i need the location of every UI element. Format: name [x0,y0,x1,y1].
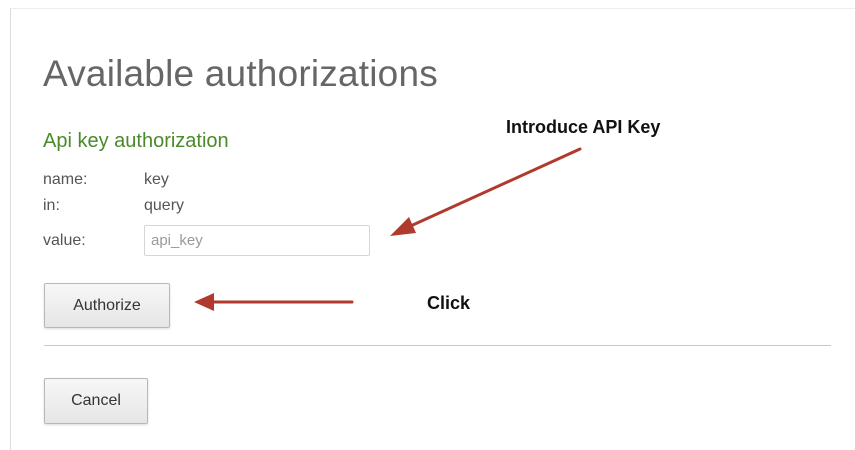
arrow-to-authorize [194,293,354,311]
arrow-to-input [390,147,582,236]
annotation-arrows [194,147,582,311]
